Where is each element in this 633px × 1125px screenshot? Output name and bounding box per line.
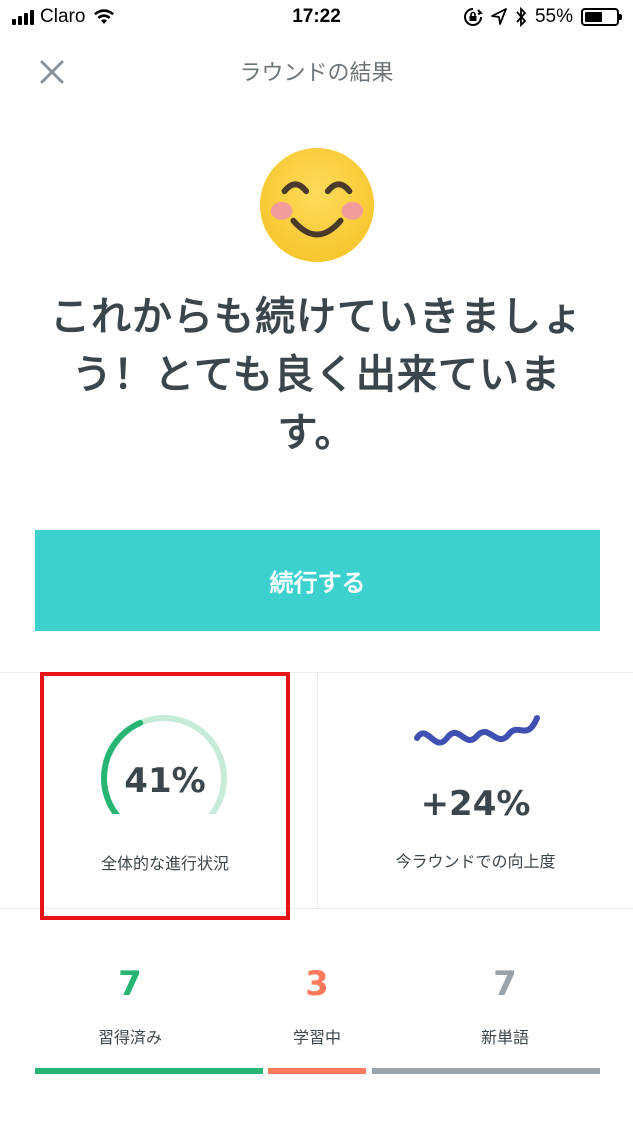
word-label: 習得済み [97,1028,162,1047]
progress-value: 41% [124,761,206,801]
word-count: 3 [305,964,329,1004]
word-count: 7 [493,964,517,1004]
word-stat-new: 7 新単語 [410,962,600,1048]
page-title: ラウンドの結果 [239,61,394,86]
word-stat-learned: 7 習得済み [35,962,225,1048]
battery-icon [581,8,622,26]
word-bar-new [372,1068,600,1074]
status-right: 55% [463,6,622,28]
overall-progress-card[interactable]: 41% 全体的な進行状況 [40,672,290,920]
orientation-lock-icon [464,8,483,26]
improvement-card: +24% 今ラウンドでの向上度 [318,672,633,908]
word-label: 新単語 [480,1028,529,1047]
wave-icon [414,715,540,746]
word-bar-learning [268,1068,366,1074]
progress-label: 全体的な進行状況 [100,854,229,873]
status-bar: Claro 17:22 55% [0,0,633,36]
headline: これからも続けていきましょう！とても良く出来ています。 [50,294,583,456]
battery-level [585,12,602,22]
location-icon [491,8,507,25]
word-label: 学習中 [292,1028,341,1047]
improvement-value: +24% [420,784,531,824]
word-bar-learned [35,1068,263,1074]
word-count: 7 [118,964,142,1004]
bluetooth-icon [516,7,527,27]
word-stat-learning: 3 学習中 [268,962,366,1048]
improvement-label: 今ラウンドでの向上度 [395,852,556,871]
battery-percent: 55% [534,6,573,27]
continue-button[interactable]: 続行する [35,530,600,631]
smiling-face-icon [259,147,375,263]
